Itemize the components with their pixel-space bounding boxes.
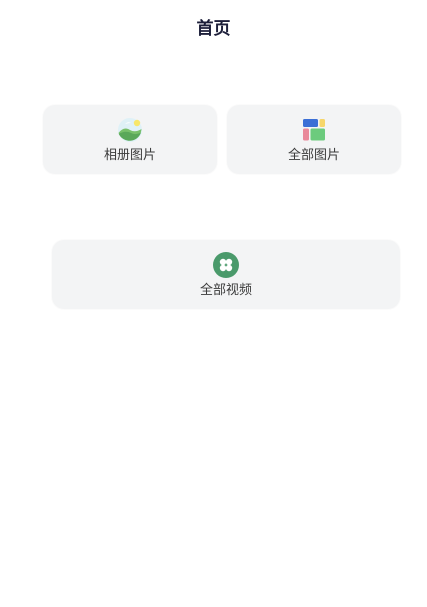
all-videos-button[interactable]: 全部视频 xyxy=(52,240,400,309)
four-petal-icon xyxy=(213,252,239,278)
landscape-photo-icon xyxy=(118,118,142,142)
album-photos-button[interactable]: 相册图片 xyxy=(43,105,217,174)
all-photos-label: 全部图片 xyxy=(287,148,340,163)
page-title: 首页 xyxy=(196,19,231,39)
all-photos-button[interactable]: 全部图片 xyxy=(227,105,401,174)
all-videos-label: 全部视频 xyxy=(199,283,252,298)
album-photos-label: 相册图片 xyxy=(103,148,156,163)
color-grid-icon xyxy=(303,119,325,141)
